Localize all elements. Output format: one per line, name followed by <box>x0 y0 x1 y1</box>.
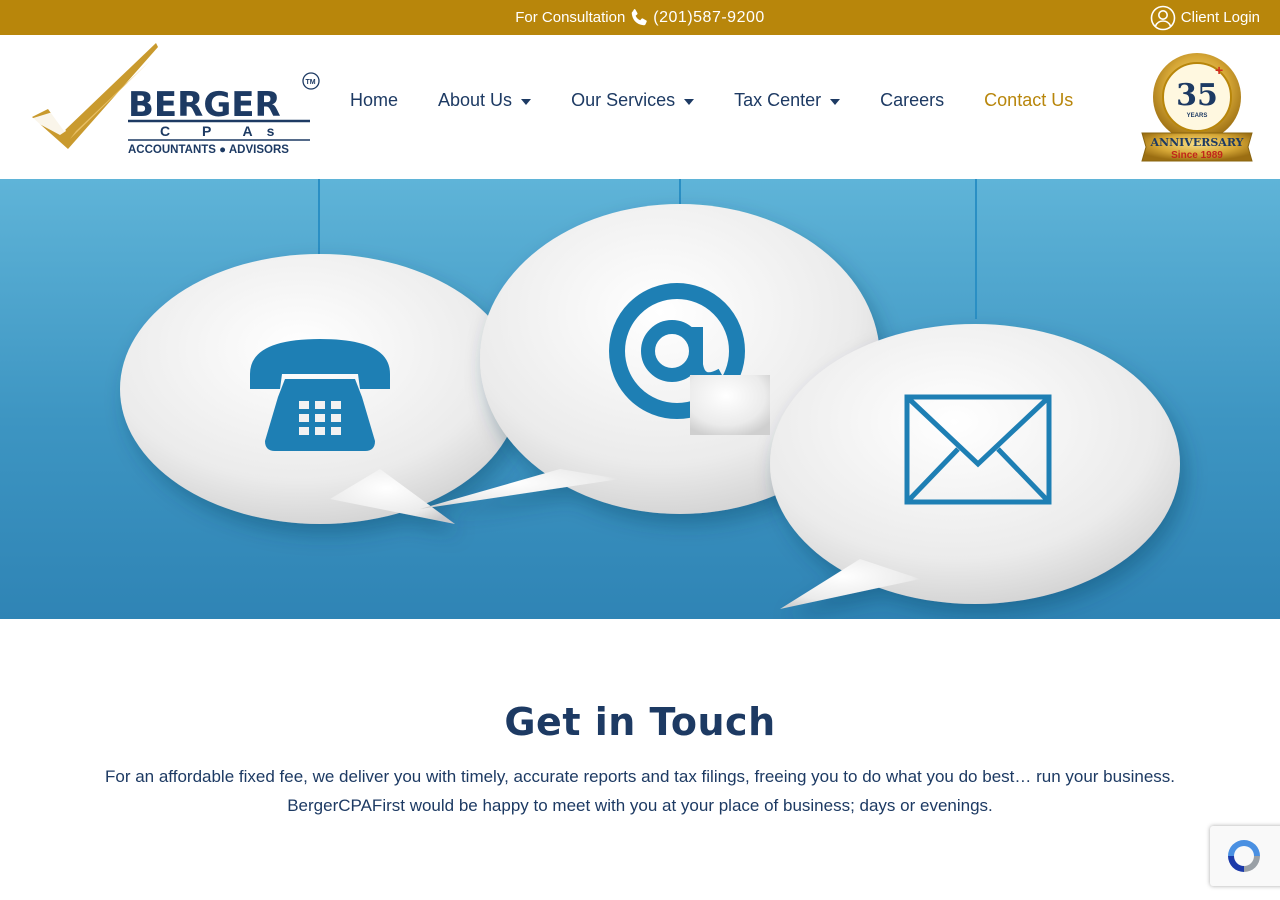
consultation-contact: For Consultation (201)587-9200 <box>0 0 1280 35</box>
svg-text:Since 1989: Since 1989 <box>1171 150 1223 161</box>
nav-home-label: Home <box>350 90 399 110</box>
client-login-label: Client Login <box>1180 9 1260 26</box>
chevron-down-icon <box>684 98 695 105</box>
nav-contact-us[interactable]: Contact Us <box>984 90 1073 111</box>
phone-icon <box>632 8 648 25</box>
nav-our-services[interactable]: Our Services <box>571 90 695 111</box>
chevron-down-icon <box>521 98 532 105</box>
recaptcha-icon <box>1228 840 1260 872</box>
nav-about-us[interactable]: About Us <box>438 90 532 111</box>
section-description: For an affordable fixed fee, we deliver … <box>105 767 1175 815</box>
top-bar: For Consultation (201)587-9200 Client Lo… <box>0 0 1280 35</box>
nav-about-us-label: About Us <box>438 90 513 110</box>
hero-illustration <box>120 179 1180 609</box>
consultation-label: For Consultation <box>515 9 626 26</box>
svg-text:BERGER: BERGER <box>128 85 281 125</box>
svg-text:35: 35 <box>1176 78 1218 113</box>
section-title: Get in Touch <box>504 700 776 744</box>
svg-text:ANNIVERSARY: ANNIVERSARY <box>1150 136 1244 149</box>
phone-number-link[interactable]: (201)587-9200 <box>653 9 764 27</box>
hero-banner <box>0 179 1280 619</box>
site-header: BERGER C P As ACCOUNTANTS ● ADVISORS TM … <box>0 35 1280 179</box>
anniversary-badge: 35 YEARS + ANNIVERSARY Since 1989 <box>1141 53 1253 162</box>
berger-cpas-logo[interactable]: BERGER C P As ACCOUNTANTS ● ADVISORS TM <box>30 43 322 155</box>
main-navigation: Home About Us Our Services Tax Center Ca… <box>350 90 1113 111</box>
client-login-link[interactable]: Client Login <box>1150 0 1260 35</box>
svg-text:YEARS: YEARS <box>1187 113 1208 119</box>
user-icon <box>1150 5 1176 30</box>
nav-contact-us-label: Contact Us <box>984 90 1074 110</box>
envelope-bubble <box>770 324 1180 609</box>
get-in-touch-section: Get in Touch For an affordable fixed fee… <box>0 700 1280 820</box>
nav-tax-center[interactable]: Tax Center <box>734 90 841 111</box>
nav-tax-center-label: Tax Center <box>734 90 822 110</box>
recaptcha-badge[interactable] <box>1210 826 1280 886</box>
chevron-down-icon <box>830 98 841 105</box>
svg-text:ACCOUNTANTS ● ADVISORS: ACCOUNTANTS ● ADVISORS <box>128 144 289 155</box>
svg-text:+: + <box>1215 62 1223 78</box>
nav-our-services-label: Our Services <box>571 90 676 110</box>
nav-home[interactable]: Home <box>350 90 398 111</box>
svg-text:TM: TM <box>306 79 316 86</box>
svg-text:C P As: C P As <box>160 123 288 139</box>
nav-careers[interactable]: Careers <box>880 90 944 111</box>
nav-careers-label: Careers <box>880 90 945 110</box>
